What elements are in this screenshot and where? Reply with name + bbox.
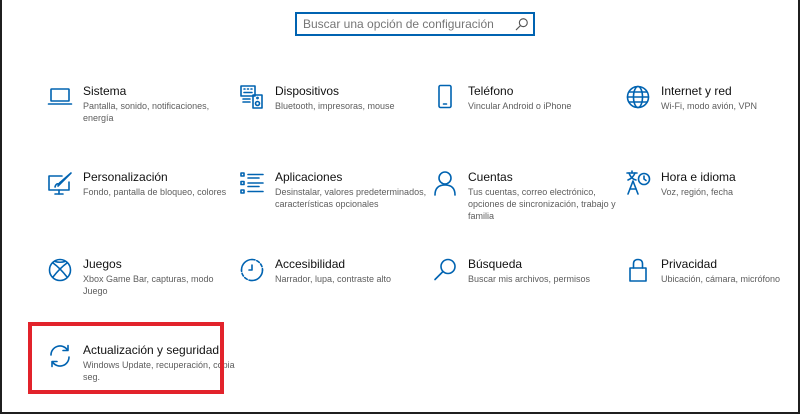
tile-juegos[interactable]: Juegos Xbox Game Bar, capturas, modo Jue… [47,257,232,327]
xbox-icon [47,257,73,283]
tile-title: Internet y red [661,84,732,98]
tile-description: Tus cuentas, correo electrónico, opcione… [468,187,616,221]
tile-title: Actualización y seguridad [83,343,220,357]
tile-description: Voz, región, fecha [661,187,734,197]
globe-icon [625,84,651,110]
tile-hora-e-idioma[interactable]: Hora e idioma Voz, región, fecha [625,170,800,240]
tile-title: Teléfono [468,84,514,98]
tile-description: Narrador, lupa, contraste alto [275,274,392,284]
accessibility-icon [239,257,265,283]
tile-title: Accesibilidad [275,257,346,271]
sync-icon [47,343,73,369]
tile-description: Wi-Fi, modo avión, VPN [661,101,758,111]
tile-description: Pantalla, sonido, notificaciones, energí… [83,101,210,123]
search-icon[interactable] [511,14,533,34]
settings-search-box[interactable] [295,12,535,36]
tile-description: Desinstalar, valores predeterminados, ca… [275,187,427,209]
lock-icon [625,257,651,283]
settings-search-input[interactable] [297,15,511,33]
tile-description: Fondo, pantalla de bloqueo, colores [83,187,227,197]
time-language-icon [625,170,651,196]
tile-actualizacion-y-seguridad[interactable]: Actualización y seguridad Windows Update… [47,343,235,413]
keyboard-speaker-icon [239,84,265,110]
tile-title: Sistema [83,84,127,98]
tile-description: Bluetooth, impresoras, mouse [275,101,395,111]
tile-sistema[interactable]: Sistema Pantalla, sonido, notificaciones… [47,84,232,154]
tile-title: Dispositivos [275,84,340,98]
tile-title: Hora e idioma [661,170,736,184]
tile-title: Personalización [83,170,168,184]
tile-title: Cuentas [468,170,513,184]
tile-privacidad[interactable]: Privacidad Ubicación, cámara, micrófono [625,257,800,327]
tile-description: Vincular Android o iPhone [468,101,572,111]
tile-accesibilidad[interactable]: Accesibilidad Narrador, lupa, contraste … [239,257,424,327]
tile-internet-y-red[interactable]: Internet y red Wi-Fi, modo avión, VPN [625,84,800,154]
tile-busqueda[interactable]: Búsqueda Buscar mis archivos, permisos [432,257,617,327]
phone-icon [432,84,458,110]
tile-title: Búsqueda [468,257,523,271]
tile-description: Xbox Game Bar, capturas, modo Juego [83,274,214,296]
tile-personalizacion[interactable]: Personalización Fondo, pantalla de bloqu… [47,170,232,240]
tile-telefono[interactable]: Teléfono Vincular Android o iPhone [432,84,617,154]
tile-aplicaciones[interactable]: Aplicaciones Desinstalar, valores predet… [239,170,427,240]
tile-title: Juegos [83,257,122,271]
tile-cuentas[interactable]: Cuentas Tus cuentas, correo electrónico,… [432,170,617,240]
tile-title: Privacidad [661,257,718,271]
tile-description: Ubicación, cámara, micrófono [661,274,781,284]
tile-title: Aplicaciones [275,170,343,184]
paint-icon [47,170,73,196]
apps-list-icon [239,170,265,196]
laptop-icon [47,84,73,110]
person-icon [432,170,458,196]
tile-dispositivos[interactable]: Dispositivos Bluetooth, impresoras, mous… [239,84,424,154]
tile-description: Buscar mis archivos, permisos [468,274,591,284]
tile-description: Windows Update, recuperación, copia seg. [83,360,235,382]
magnifier-icon [432,257,458,283]
